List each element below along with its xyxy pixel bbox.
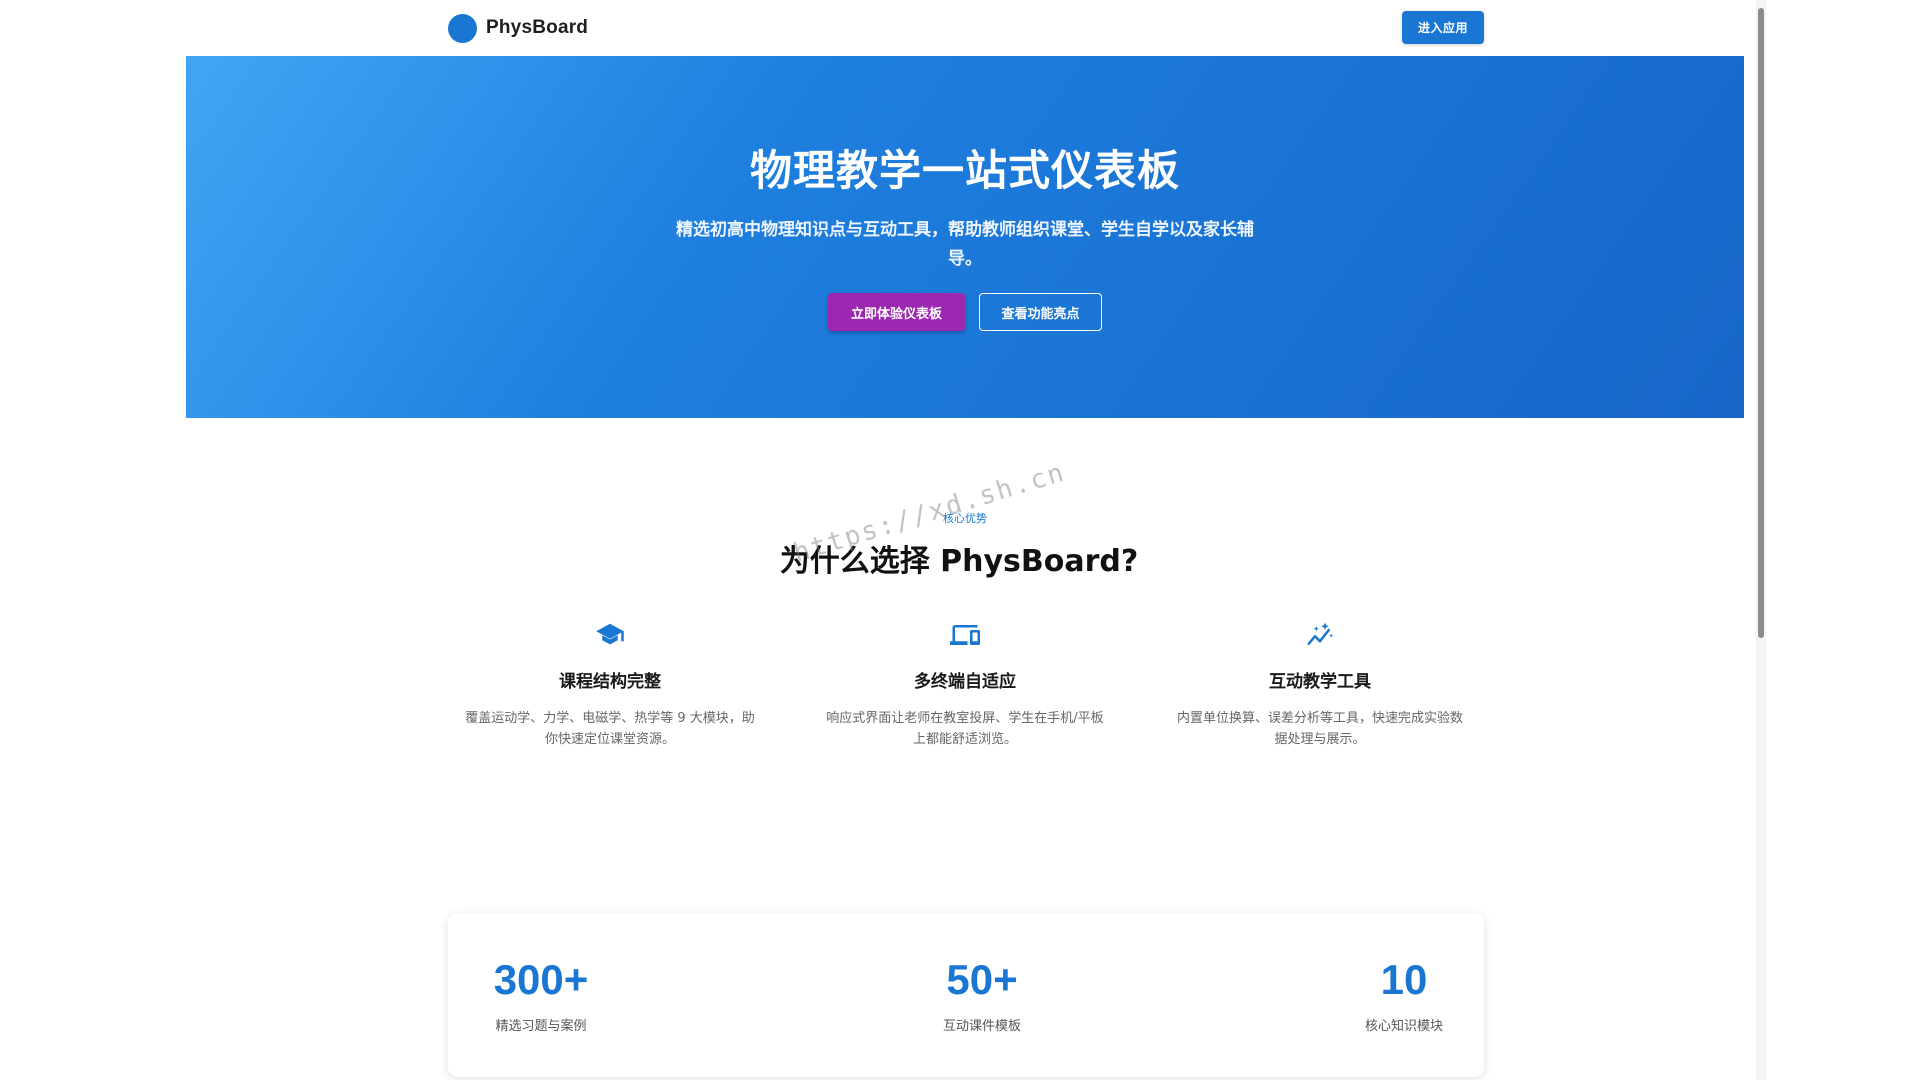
- stat-value: 300+: [493, 956, 589, 1003]
- feature-card-responsive: 多终端自适应 响应式界面让老师在教室投屏、学生在手机/平板上都能舒适浏览。: [815, 620, 1115, 750]
- features-eyebrow: 核心优势: [943, 512, 987, 525]
- feature-card-interactive-tools: 互动教学工具 内置单位换算、误差分析等工具，快速完成实验数据处理与展示。: [1170, 620, 1470, 750]
- stat-modules: 10 核心知识模块: [1324, 955, 1484, 1034]
- page: PhysBoard 进入应用 物理教学一站式仪表板 精选初高中物理知识点与互动工…: [0, 0, 1920, 1080]
- feature-desc: 响应式界面让老师在教室投屏、学生在手机/平板上都能舒适浏览。: [826, 711, 1104, 747]
- stat-exercises: 300+ 精选习题与案例: [461, 955, 621, 1034]
- brand[interactable]: PhysBoard: [448, 13, 588, 43]
- brand-name: PhysBoard: [486, 17, 589, 38]
- stat-value: 10: [1380, 956, 1428, 1003]
- feature-desc: 内置单位换算、误差分析等工具，快速完成实验数据处理与展示。: [1176, 711, 1463, 747]
- stat-value: 50+: [946, 956, 1018, 1003]
- sparkle-chart-icon: [1170, 620, 1470, 650]
- stat-label: 互动课件模板: [942, 1019, 1021, 1034]
- hero-title: 物理教学一站式仪表板: [749, 146, 1180, 195]
- top-nav: PhysBoard 进入应用: [0, 0, 1758, 56]
- feature-title: 互动教学工具: [1269, 672, 1371, 692]
- vertical-scrollbar[interactable]: [1756, 0, 1766, 1080]
- feature-title: 课程结构完整: [559, 672, 661, 692]
- hero-actions: 立即体验仪表板 查看功能亮点: [186, 293, 1744, 331]
- stat-label: 核心知识模块: [1364, 1019, 1443, 1034]
- stat-templates: 50+ 互动课件模板: [902, 955, 1062, 1034]
- feature-desc: 覆盖运动学、力学、电磁学、热学等 9 大模块，助你快速定位课堂资源。: [465, 711, 755, 747]
- feature-card-curriculum: 课程结构完整 覆盖运动学、力学、电磁学、热学等 9 大模块，助你快速定位课堂资源…: [460, 620, 760, 750]
- stats-card: 300+ 精选习题与案例 50+ 互动课件模板 10 核心知识模块: [448, 913, 1484, 1077]
- features-title: 为什么选择 PhysBoard?: [779, 544, 1139, 579]
- stat-label: 精选习题与案例: [495, 1019, 587, 1034]
- devices-icon: [815, 620, 1115, 650]
- scrollbar-thumb[interactable]: [1758, 8, 1764, 638]
- view-features-button[interactable]: 查看功能亮点: [979, 293, 1102, 331]
- feature-title: 多终端自适应: [914, 672, 1016, 692]
- graduation-cap-icon: [460, 620, 760, 650]
- hero-banner: 物理教学一站式仪表板 精选初高中物理知识点与互动工具，帮助教师组织课堂、学生自学…: [186, 56, 1744, 418]
- brand-logo-icon: [448, 13, 477, 43]
- try-dashboard-button[interactable]: 立即体验仪表板: [828, 293, 965, 331]
- enter-app-button[interactable]: 进入应用: [1402, 11, 1484, 44]
- hero-subtitle: 精选初高中物理知识点与互动工具，帮助教师组织课堂、学生自学以及家长辅导。: [676, 220, 1254, 269]
